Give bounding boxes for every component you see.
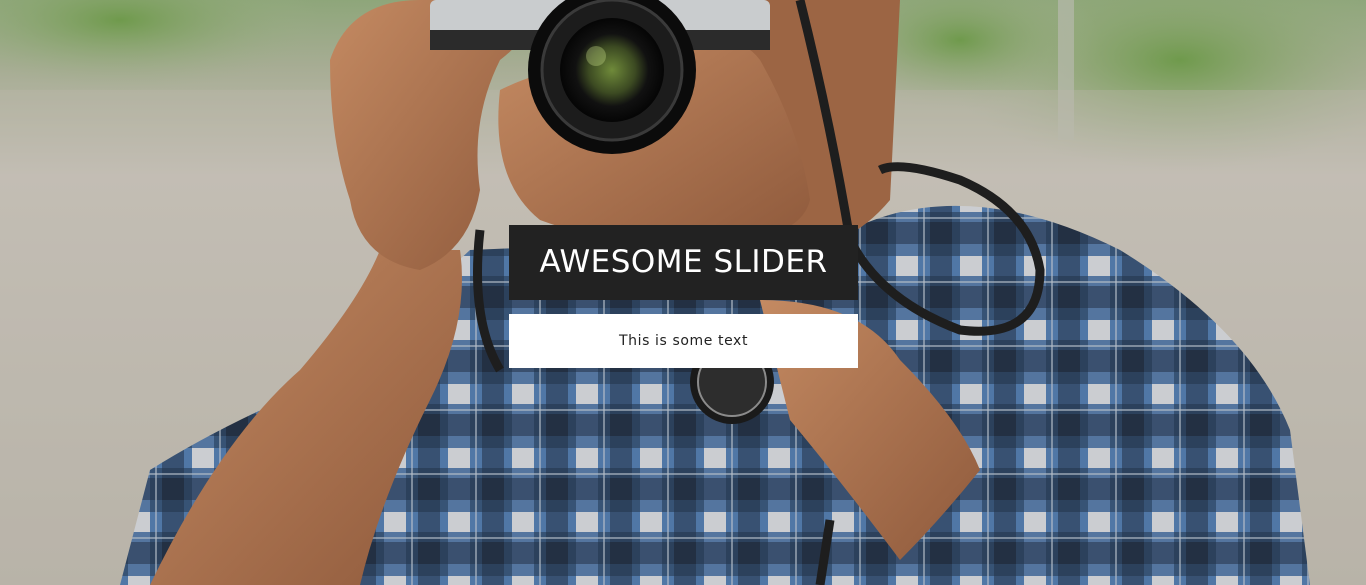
slide-title: AWESOME SLIDER xyxy=(509,225,858,300)
hero-slider[interactable]: AWESOME SLIDER This is some text xyxy=(0,0,1366,585)
slide-caption-text: This is some text xyxy=(509,314,858,368)
